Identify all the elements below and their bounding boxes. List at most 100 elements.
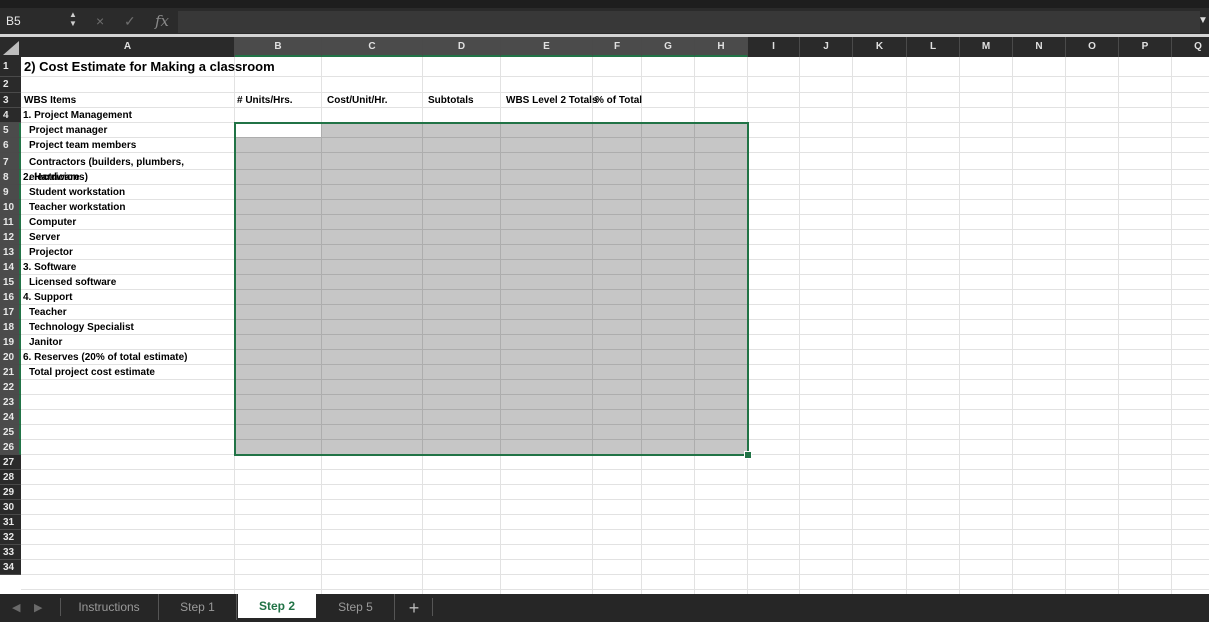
row-header-12[interactable]: 12 xyxy=(0,230,21,245)
row-header-10[interactable]: 10 xyxy=(0,200,21,215)
cancel-icon[interactable]: × xyxy=(96,10,104,32)
wbs-item: Total project cost estimate xyxy=(29,365,155,380)
row-header-34[interactable]: 34 xyxy=(0,560,21,575)
wbs-item: Teacher xyxy=(29,305,67,320)
row-header-26[interactable]: 26 xyxy=(0,440,21,455)
row-header-11[interactable]: 11 xyxy=(0,215,21,230)
window-top-strip xyxy=(0,0,1209,8)
row-header-30[interactable]: 30 xyxy=(0,500,21,515)
tab-separator xyxy=(432,598,433,616)
column-header-n[interactable]: N xyxy=(1013,37,1066,57)
wbs-item: 6. Reserves (20% of total estimate) xyxy=(23,350,188,365)
column-header-e[interactable]: E xyxy=(501,37,593,57)
gridline-horizontal xyxy=(21,499,1209,500)
column-header-m[interactable]: M xyxy=(960,37,1013,57)
enter-icon[interactable]: ✓ xyxy=(124,10,136,32)
row-header-9[interactable]: 9 xyxy=(0,185,21,200)
column-header-c[interactable]: C xyxy=(322,37,423,57)
column-header-b[interactable]: B xyxy=(235,37,322,57)
column-header-h[interactable]: H xyxy=(695,37,748,57)
wbs-item: Project manager xyxy=(29,123,107,138)
wbs-item: Projector xyxy=(29,245,73,260)
column-header-g[interactable]: G xyxy=(642,37,695,57)
row-header-3[interactable]: 3 xyxy=(0,93,21,108)
row-header-27[interactable]: 27 xyxy=(0,455,21,470)
wbs-item: Server xyxy=(29,230,60,245)
row-header-20[interactable]: 20 xyxy=(0,350,21,365)
tab-step-5[interactable]: Step 5 xyxy=(317,594,395,620)
formula-expand-icon[interactable]: ▼ xyxy=(1197,10,1209,32)
wbs-item: 3. Software xyxy=(23,260,76,275)
row-header-6[interactable]: 6 xyxy=(0,138,21,153)
tab-step-2[interactable]: Step 2 xyxy=(238,594,316,618)
column-header-a[interactable]: A xyxy=(21,37,235,57)
header-units-hrs: # Units/Hrs. xyxy=(237,93,293,108)
sheet-title: 2) Cost Estimate for Making a classroom xyxy=(24,59,275,74)
row-header-14[interactable]: 14 xyxy=(0,260,21,275)
gridline-horizontal xyxy=(21,484,1209,485)
header-wbs-items: WBS Items xyxy=(24,93,76,108)
select-all-corner[interactable] xyxy=(0,37,21,57)
gridline-horizontal xyxy=(21,574,1209,575)
wbs-item: 1. Project Management xyxy=(23,108,132,123)
wbs-item: Contractors (builders, plumbers, xyxy=(29,155,184,170)
row-header-23[interactable]: 23 xyxy=(0,395,21,410)
row-header-15[interactable]: 15 xyxy=(0,275,21,290)
header-cost-per-unit: Cost/Unit/Hr. xyxy=(327,93,388,108)
fill-handle[interactable] xyxy=(744,451,752,459)
row-header-13[interactable]: 13 xyxy=(0,245,21,260)
column-header-d[interactable]: D xyxy=(423,37,501,57)
select-all-icon xyxy=(3,41,19,55)
gridline-horizontal xyxy=(21,514,1209,515)
tab-instructions[interactable]: Instructions xyxy=(60,594,159,620)
row-header-17[interactable]: 17 xyxy=(0,305,21,320)
wbs-item: Project team members xyxy=(29,138,136,153)
row-header-24[interactable]: 24 xyxy=(0,410,21,425)
gridline-horizontal xyxy=(21,529,1209,530)
column-header-l[interactable]: L xyxy=(907,37,960,57)
row-header-7[interactable]: 7 xyxy=(0,153,21,170)
row-header-18[interactable]: 18 xyxy=(0,320,21,335)
next-sheet-icon[interactable]: ▶ xyxy=(34,594,42,622)
column-header-o[interactable]: O xyxy=(1066,37,1119,57)
column-header-f[interactable]: F xyxy=(593,37,642,57)
add-sheet-button[interactable]: + xyxy=(398,594,430,622)
spreadsheet-grid[interactable]: ABCDEFGHIJKLMNOPQ 1234567891011121314151… xyxy=(0,37,1209,594)
row-header-31[interactable]: 31 xyxy=(0,515,21,530)
name-box-stepper-icon[interactable]: ▲▼ xyxy=(66,10,80,32)
row-header-4[interactable]: 4 xyxy=(0,108,21,123)
selection-border xyxy=(234,122,749,456)
column-header-i[interactable]: I xyxy=(748,37,800,57)
name-box[interactable]: B5 xyxy=(0,10,62,32)
row-header-29[interactable]: 29 xyxy=(0,485,21,500)
column-header-p[interactable]: P xyxy=(1119,37,1172,57)
wbs-item: Licensed software xyxy=(29,275,116,290)
insert-function-icon[interactable]: fx xyxy=(155,10,169,32)
formula-input[interactable] xyxy=(178,11,1200,33)
row-header-25[interactable]: 25 xyxy=(0,425,21,440)
wbs-item: Janitor xyxy=(29,335,62,350)
row-header-28[interactable]: 28 xyxy=(0,470,21,485)
header-subtotals: Subtotals xyxy=(428,93,474,108)
row-header-32[interactable]: 32 xyxy=(0,530,21,545)
row-header-19[interactable]: 19 xyxy=(0,335,21,350)
row-header-5[interactable]: 5 xyxy=(0,123,21,138)
gridline-horizontal xyxy=(21,469,1209,470)
row-header-1[interactable]: 1 xyxy=(0,57,21,77)
tab-step-1[interactable]: Step 1 xyxy=(159,594,237,620)
row-header-21[interactable]: 21 xyxy=(0,365,21,380)
column-header-k[interactable]: K xyxy=(853,37,907,57)
row-header-2[interactable]: 2 xyxy=(0,77,21,93)
column-header-j[interactable]: J xyxy=(800,37,853,57)
row-header-33[interactable]: 33 xyxy=(0,545,21,560)
prev-sheet-icon[interactable]: ◀ xyxy=(12,594,20,622)
wbs-item: Computer xyxy=(29,215,76,230)
gridline-horizontal xyxy=(21,76,1209,77)
column-header-q[interactable]: Q xyxy=(1172,37,1209,57)
wbs-item: Student workstation xyxy=(29,185,125,200)
row-header-8[interactable]: 8 xyxy=(0,170,21,185)
row-header-16[interactable]: 16 xyxy=(0,290,21,305)
header-wbs-level-2-totals: WBS Level 2 Totals xyxy=(506,93,598,108)
formula-bar: B5 ▲▼ × ✓ fx ▼ xyxy=(0,8,1209,34)
row-header-22[interactable]: 22 xyxy=(0,380,21,395)
